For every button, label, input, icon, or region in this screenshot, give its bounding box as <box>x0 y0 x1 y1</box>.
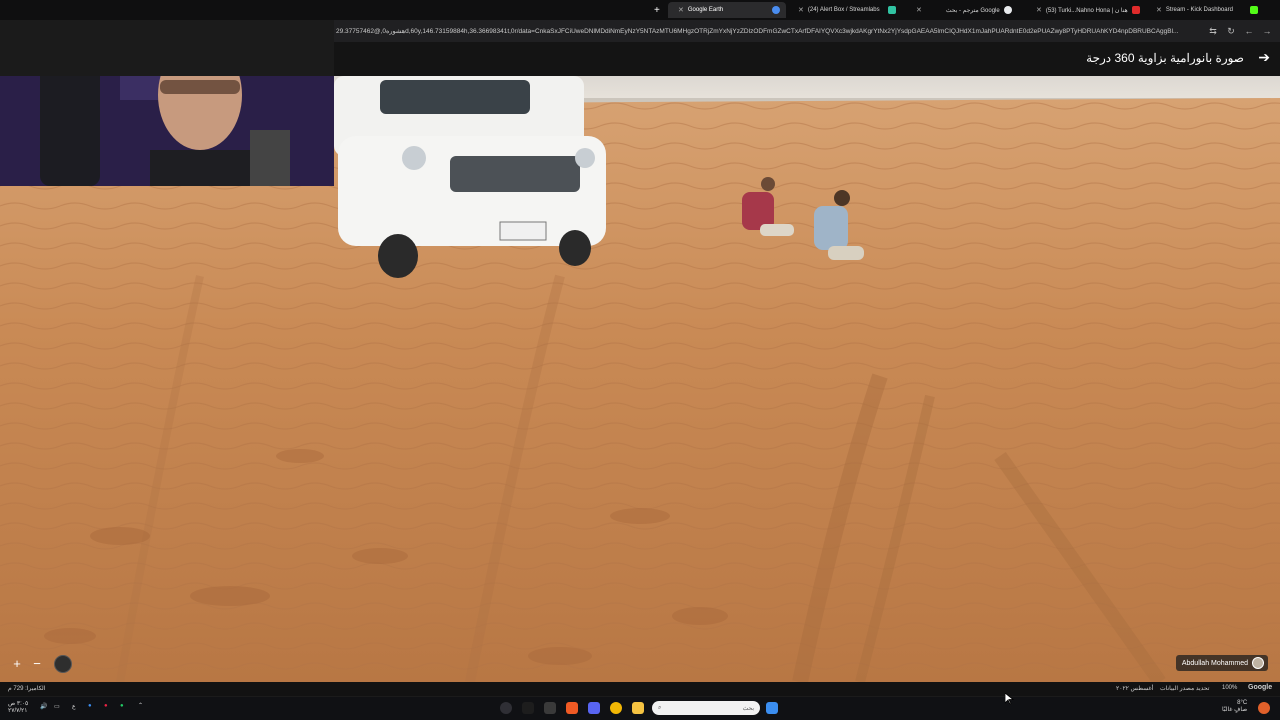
photo-author-badge[interactable]: Abdullah Mohammed <box>1175 655 1268 671</box>
weather-widget[interactable]: 8°C صافٍ غالبًا <box>1222 700 1247 713</box>
tab-google-earth[interactable]: ✕ Google Earth <box>668 2 786 18</box>
obs-icon[interactable] <box>500 702 512 714</box>
app-tray-icon[interactable]: ● <box>120 703 124 709</box>
tab-label: مترجم - بحث Google <box>945 7 1000 14</box>
tab-alert-box[interactable]: ✕ (24) Alert Box / Streamlabs <box>788 2 902 18</box>
discord-icon[interactable] <box>588 702 600 714</box>
kick-icon <box>1250 6 1258 14</box>
brave-icon[interactable] <box>566 702 578 714</box>
streetview-header: صورة بانورامية بزاوية 360 درجة ➔ <box>334 42 1280 76</box>
status-bar: الكاميرا: 729 م أغسطس ٢٠٢٢ تحديد مصدر ال… <box>0 682 1280 696</box>
weather-desc: صافٍ غالبًا <box>1222 707 1248 713</box>
close-icon[interactable]: ✕ <box>1036 6 1042 14</box>
windows-start-icon[interactable] <box>766 702 778 714</box>
clock-time: ٣:٠٥ ص <box>8 701 29 707</box>
streamlabs-icon <box>888 6 896 14</box>
avatar <box>1252 657 1264 669</box>
url-text[interactable]: 29.37757462@,هشوره0d,60y,146.73159884h,3… <box>334 27 1204 35</box>
chevron-up-icon[interactable]: ⌃ <box>138 702 143 709</box>
file-explorer-icon[interactable] <box>632 702 644 714</box>
clock-date: ٢٧/٧/٢١ <box>8 708 28 714</box>
task-view-icon[interactable] <box>544 702 556 714</box>
mouse-cursor-icon <box>1005 693 1015 705</box>
reload-icon[interactable]: ↻ <box>1222 26 1240 37</box>
address-bar[interactable]: 29.37757462@,هشوره0d,60y,146.73159884h,3… <box>334 20 1280 42</box>
tab-label: (53) Turki...Nahno Hona | هنا ن <box>1045 7 1128 14</box>
weather-temp: 8°C <box>1237 700 1248 706</box>
zoom-out-button[interactable]: − <box>28 656 46 672</box>
google-logo: Google <box>1248 684 1273 691</box>
google-earth-icon <box>772 6 780 14</box>
youtube-icon <box>1131 6 1140 14</box>
weather-icon <box>1258 702 1270 714</box>
tab-youtube[interactable]: ✕ (53) Turki...Nahno Hona | هنا ن <box>1026 2 1142 18</box>
close-icon[interactable]: ✕ <box>798 6 804 14</box>
taskbar-search-input[interactable]: ⌕ بحث <box>652 701 760 715</box>
network-icon[interactable]: ▭ <box>54 703 60 710</box>
close-icon[interactable]: ✕ <box>1156 6 1162 14</box>
arrow-right-icon[interactable]: ➔ <box>1258 49 1270 66</box>
windows-taskbar: ٣:٠٥ ص ٢٧/٧/٢١ 🔊 ▭ ع ● ● ● ⌃ ⌕ بحث 8°C صاف… <box>0 697 1280 720</box>
clock[interactable]: ٣:٠٥ ص ٢٧/٧/٢١ <box>8 700 28 714</box>
close-icon[interactable]: ✕ <box>678 6 684 14</box>
imagery-date: أغسطس ٢٠٢٢ <box>1116 686 1154 692</box>
author-name: Abdullah Mohammed <box>1181 659 1248 667</box>
panorama-view[interactable] <box>0 76 1280 682</box>
google-icon <box>1003 6 1012 14</box>
tab-label: Stream - Kick Dashboard <box>1165 7 1233 13</box>
capcut-icon[interactable] <box>522 702 534 714</box>
data-attribution-link[interactable]: تحديد مصدر البيانات <box>1160 685 1209 692</box>
new-tab-button[interactable]: + <box>648 2 666 18</box>
streetview-title: صورة بانورامية بزاوية 360 درجة <box>1086 51 1244 65</box>
zoom-level: 100% <box>1222 685 1238 691</box>
compass-icon[interactable] <box>54 655 72 673</box>
webcam-overlay <box>0 76 334 186</box>
close-icon[interactable]: ✕ <box>916 6 922 14</box>
map-zoom-controls: + − <box>8 655 72 673</box>
app-tray-icon[interactable]: ● <box>104 703 108 709</box>
tab-kick-dashboard[interactable]: ✕ Stream - Kick Dashboard <box>1146 2 1264 18</box>
search-placeholder: بحث <box>742 705 754 712</box>
chrome-icon[interactable] <box>610 702 622 714</box>
volume-icon[interactable]: 🔊 <box>40 703 47 710</box>
translate-icon[interactable]: ⇆ <box>1204 26 1222 37</box>
tab-translator-search[interactable]: ✕ مترجم - بحث Google <box>906 2 1022 18</box>
back-icon[interactable]: ← <box>1240 26 1258 36</box>
tab-label: Google Earth <box>687 7 724 13</box>
language-indicator[interactable]: ع <box>72 703 76 710</box>
browser-tab-bar: + ✕ Google Earth ✕ (24) Alert Box / Stre… <box>0 0 1280 20</box>
bluetooth-icon[interactable]: ● <box>88 703 92 709</box>
camera-altitude: الكاميرا: 729 م <box>8 686 46 692</box>
tab-label: (24) Alert Box / Streamlabs <box>807 7 880 13</box>
zoom-in-button[interactable]: + <box>8 656 26 672</box>
search-icon: ⌕ <box>658 704 662 711</box>
forward-icon[interactable]: → <box>1258 26 1276 36</box>
